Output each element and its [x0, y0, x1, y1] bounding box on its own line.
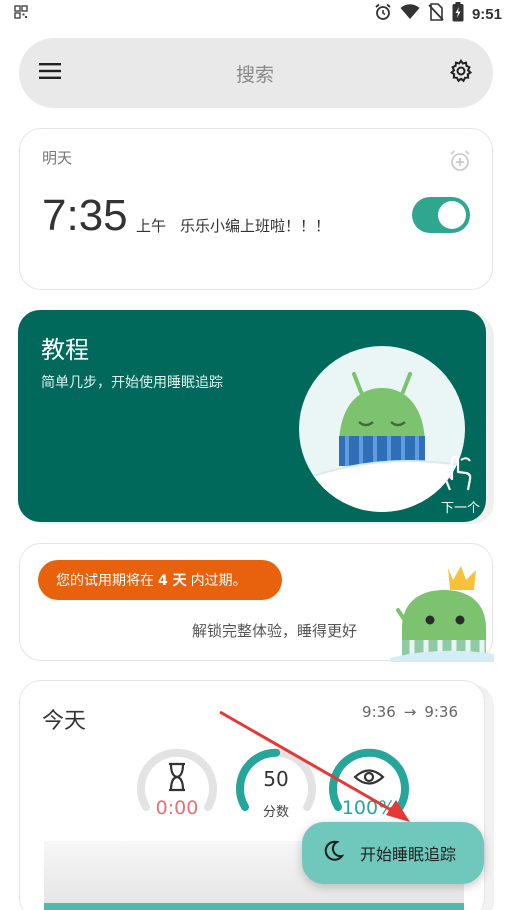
fab-label: 开始睡眠追踪	[360, 845, 457, 864]
alarm-time: 7:35	[42, 191, 128, 240]
toggle-knob	[438, 201, 466, 229]
crowned-android-mascot	[390, 558, 494, 666]
score-value: 50	[263, 767, 289, 791]
today-time-range: 9:36 → 9:36	[358, 703, 462, 721]
alarm-icon	[374, 3, 392, 25]
alarm-toggle[interactable]	[412, 197, 470, 233]
moon-icon	[322, 840, 345, 866]
wifi-icon	[400, 4, 420, 24]
range-start: 9:36	[362, 703, 396, 721]
range-arrow: →	[403, 703, 417, 721]
tutorial-card[interactable]: 教程 简单几步，开始使用睡眠追踪 下一个	[18, 310, 486, 522]
score-label: 分数	[262, 805, 289, 820]
add-alarm-icon[interactable]	[448, 149, 472, 177]
duration-value: 0:00	[155, 797, 199, 819]
menu-icon[interactable]	[39, 63, 61, 83]
search-bar[interactable]: 搜索	[19, 38, 493, 108]
tutorial-title: 教程	[41, 336, 89, 364]
battery-charging-icon	[452, 2, 464, 26]
status-time: 9:51	[471, 5, 502, 23]
no-sim-icon	[428, 3, 444, 25]
trial-expiry-badge[interactable]: 您的试用期将在 4 天 内过期。	[38, 560, 282, 600]
gear-icon[interactable]	[449, 58, 473, 87]
trial-badge-suffix: 内过期。	[190, 573, 247, 589]
trial-badge-prefix: 您的试用期将在	[56, 573, 154, 589]
eye-icon	[353, 769, 385, 785]
alarm-ampm: 上午	[136, 217, 167, 235]
trial-subtitle: 解锁完整体验，睡得更好	[192, 622, 358, 640]
swipe-hand-icon	[436, 452, 476, 496]
efficiency-value: 100%	[341, 797, 397, 819]
today-title: 今天	[42, 709, 87, 734]
tutorial-subtitle: 简单几步，开始使用睡眠追踪	[41, 375, 223, 391]
range-end: 9:36	[424, 703, 458, 721]
search-input[interactable]: 搜索	[236, 60, 274, 87]
alarm-label: 乐乐小编上班啦！！！	[180, 217, 331, 235]
start-sleep-tracking-button[interactable]: 开始睡眠追踪	[302, 822, 484, 884]
trial-card[interactable]: 您的试用期将在 4 天 内过期。 解锁完整体验，睡得更好	[19, 543, 494, 662]
status-bar: 9:51	[0, 0, 512, 28]
alarm-card[interactable]: 明天 7:35 上午 乐乐小编上班啦！！！	[19, 128, 493, 290]
tutorial-next-button[interactable]: 下一个	[441, 497, 480, 516]
sleep-graph-baseline	[44, 903, 464, 910]
qr-icon	[14, 5, 28, 23]
alarm-day: 明天	[42, 149, 73, 167]
hourglass-icon	[169, 762, 185, 792]
trial-badge-days: 4 天	[158, 573, 187, 589]
